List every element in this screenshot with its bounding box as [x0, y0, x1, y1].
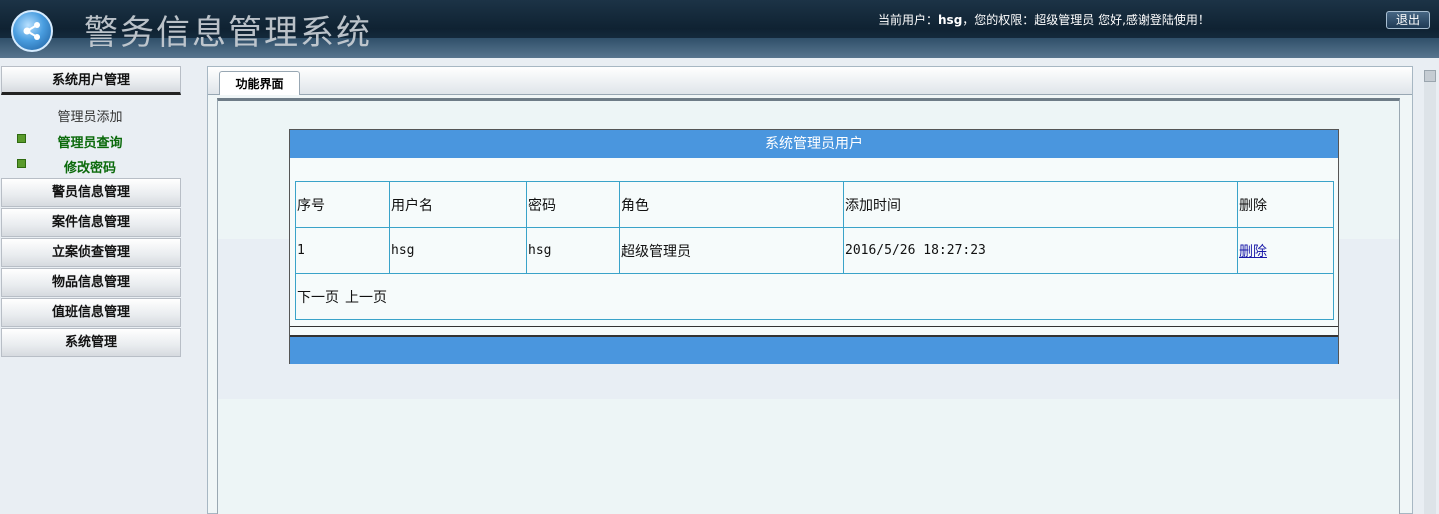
logout-button[interactable]: 退出	[1386, 11, 1430, 29]
pager-row: 下一页 上一页	[295, 273, 1334, 320]
cell-role: 超级管理员	[619, 227, 844, 274]
prev-page-link[interactable]: 上一页	[345, 290, 387, 306]
submenu-label: 管理员添加	[57, 110, 123, 125]
col-role: 角色	[619, 181, 844, 228]
user-prefix: 当前用户：	[878, 13, 939, 27]
col-username: 用户名	[389, 181, 527, 228]
delete-link[interactable]: 删除	[1239, 244, 1267, 260]
app-logo-icon	[11, 10, 53, 52]
menu-case-investigation[interactable]: 立案侦查管理	[1, 238, 181, 267]
menu-case-info[interactable]: 案件信息管理	[1, 208, 181, 237]
menu-police-info[interactable]: 警员信息管理	[1, 178, 181, 207]
user-info: 当前用户：hsg，您的权限：超级管理员 您好,感谢登陆使用！	[878, 11, 1210, 28]
submenu-label: 管理员查询	[57, 136, 123, 151]
menu-system-users[interactable]: 系统用户管理	[1, 66, 181, 95]
current-username: hsg	[938, 13, 963, 27]
scroll-up-icon[interactable]	[1424, 70, 1436, 82]
cell-added-time: 2016/5/26 18:27:23	[843, 227, 1238, 274]
submenu-change-password[interactable]: 修改密码	[0, 155, 180, 176]
vertical-scrollbar[interactable]	[1424, 70, 1436, 514]
cell-index: 1	[295, 227, 390, 274]
admin-users-box: 系统管理员用户 序号 用户名 密码 角色 添加时间 删除 1 hsg hsg 超…	[289, 129, 1339, 364]
table-header-row: 序号 用户名 密码 角色 添加时间 删除	[295, 181, 1334, 228]
box-footer	[290, 335, 1338, 364]
next-page-link[interactable]: 下一页	[297, 290, 339, 306]
menu-system-manage[interactable]: 系统管理	[1, 328, 181, 357]
menu-item-info[interactable]: 物品信息管理	[1, 268, 181, 297]
submenu-label: 修改密码	[63, 161, 116, 176]
user-permission-text: ，您的权限：超级管理员 您好,感谢登陆使用！	[962, 13, 1210, 27]
sidebar: 系统用户管理 管理员添加 管理员查询 修改密码 警员信息管理 案件信息管理 立案…	[0, 64, 182, 514]
submenu-admin-query[interactable]: 管理员查询	[0, 130, 180, 151]
col-index: 序号	[295, 181, 390, 228]
tab-function[interactable]: 功能界面	[219, 71, 300, 95]
cell-delete: 删除	[1237, 227, 1334, 274]
menu-duty-info[interactable]: 值班信息管理	[1, 298, 181, 327]
admin-table: 序号 用户名 密码 角色 添加时间 删除 1 hsg hsg 超级管理员 201…	[295, 181, 1334, 320]
cell-username: hsg	[389, 227, 527, 274]
app-header: 警务信息管理系统 当前用户：hsg，您的权限：超级管理员 您好,感谢登陆使用！ …	[0, 0, 1439, 58]
col-added-time: 添加时间	[843, 181, 1238, 228]
col-password: 密码	[526, 181, 620, 228]
col-delete: 删除	[1237, 181, 1334, 228]
tab-bar: 功能界面	[208, 67, 1412, 95]
box-title: 系统管理员用户	[290, 130, 1338, 158]
app-title: 警务信息管理系统	[84, 13, 372, 53]
submenu-admin-add[interactable]: 管理员添加	[0, 104, 180, 125]
pager: 下一页 上一页	[295, 273, 1334, 320]
box-divider	[290, 326, 1338, 327]
table-row: 1 hsg hsg 超级管理员 2016/5/26 18:27:23 删除	[295, 227, 1334, 274]
cell-password: hsg	[526, 227, 620, 274]
